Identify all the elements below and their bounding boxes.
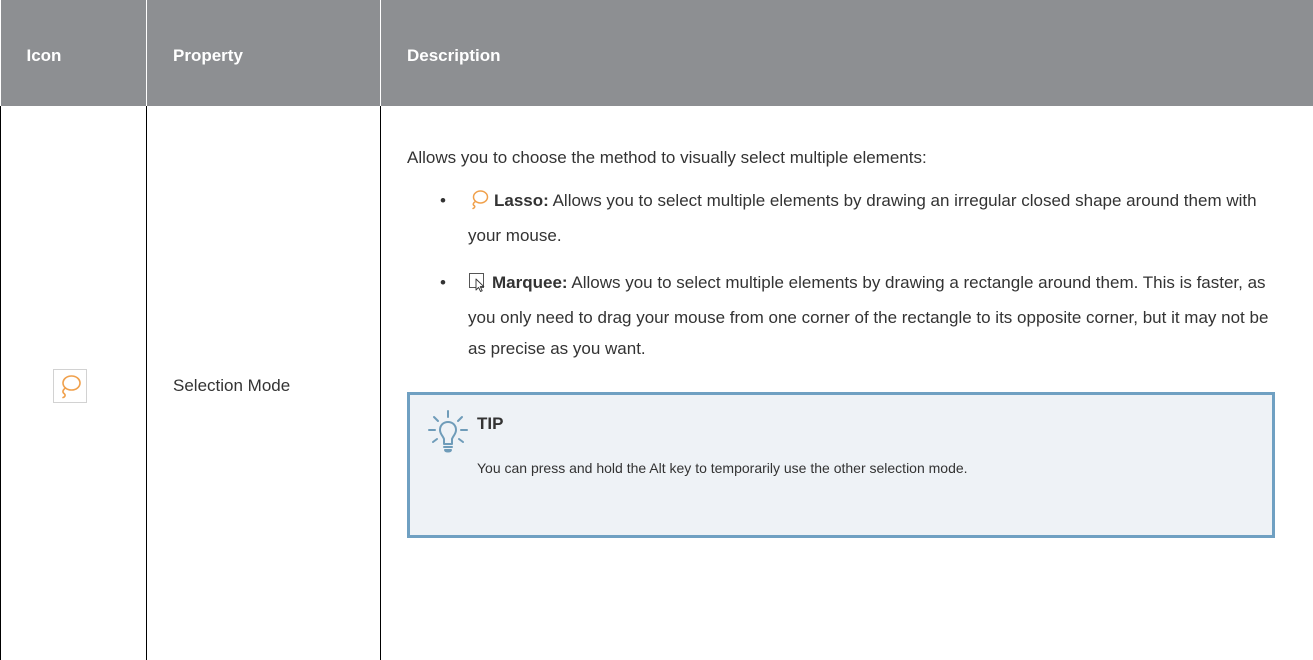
list-item-lasso: • Lasso: Allows you to select multiple e… [440,185,1270,251]
marquee-term: Marquee: [492,273,568,292]
marquee-icon [468,271,488,302]
description-intro: Allows you to choose the method to visua… [407,143,1270,173]
header-property: Property [147,0,381,106]
bullet-dot: • [440,267,446,298]
marquee-description: Allows you to select multiple elements b… [468,273,1268,358]
properties-table: Icon Property Description Selection Mode… [0,0,1313,660]
description-cell: Allows you to choose the method to visua… [381,106,1313,660]
tip-title: TIP [477,414,503,434]
selection-mode-list: • Lasso: Allows you to select multiple e… [407,185,1270,364]
bullet-dot: • [440,185,446,216]
header-description: Description [381,0,1313,106]
table-row: Selection Mode Allows you to choose the … [1,106,1313,660]
lasso-icon [468,188,490,220]
tip-callout: TIP You can press and hold the Alt key t… [407,392,1275,538]
lasso-term: Lasso: [494,191,549,210]
header-icon: Icon [1,0,147,106]
lightbulb-icon [426,409,470,457]
tip-text: You can press and hold the Alt key to te… [477,455,1237,481]
list-item-marquee: • Marquee: Allows you to select multiple… [440,267,1270,364]
table-header-row: Icon Property Description [1,0,1313,106]
lasso-icon [53,369,87,403]
icon-cell [1,106,147,660]
property-cell: Selection Mode [147,106,381,660]
lasso-description: Allows you to select multiple elements b… [468,191,1257,245]
